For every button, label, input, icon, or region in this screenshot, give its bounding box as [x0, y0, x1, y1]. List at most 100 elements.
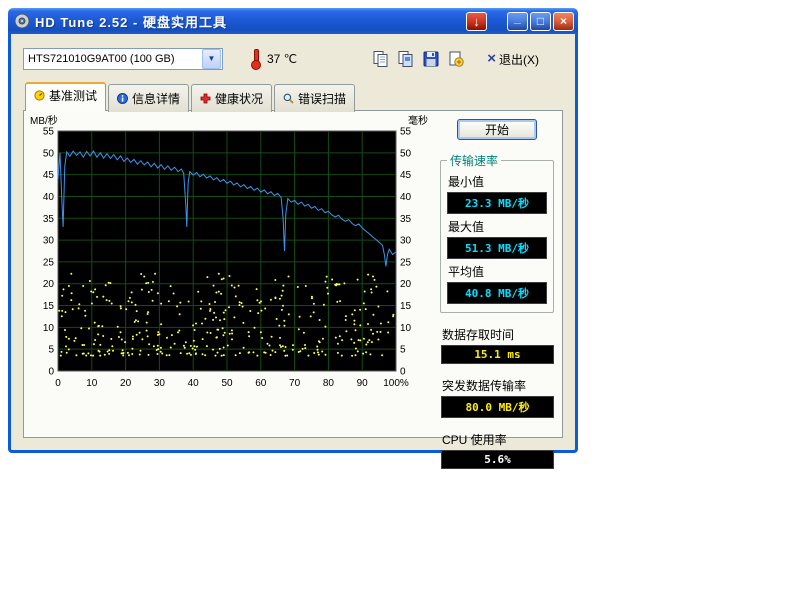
export-button[interactable] [445, 48, 467, 70]
transfer-rate-group: 传输速率 最小值 23.3 MB/秒 最大值 51.3 MB/秒 平均值 40.… [440, 152, 554, 313]
svg-text:60: 60 [255, 378, 267, 389]
svg-text:40: 40 [400, 192, 412, 203]
svg-text:55: 55 [43, 127, 55, 138]
minimize-button[interactable]: _ [507, 12, 528, 31]
min-row: 最小值 23.3 MB/秒 [447, 173, 547, 214]
burst-rate-label: 突发数据传输率 [442, 377, 554, 394]
tab-label: 基准测试 [49, 87, 97, 104]
svg-text:55: 55 [400, 127, 412, 138]
tab-health[interactable]: 健康状况 [191, 84, 272, 112]
tab-error-scan[interactable]: 错误扫描 [274, 84, 355, 112]
info-icon [117, 93, 128, 104]
copy-screenshot-button[interactable] [395, 48, 417, 70]
download-button[interactable]: ↓ [466, 12, 487, 31]
tab-label: 信息详情 [132, 90, 180, 107]
burst-rate-value: 80.0 MB/秒 [441, 396, 554, 418]
svg-text:70: 70 [289, 378, 301, 389]
titlebar[interactable]: HD Tune 2.52 - 硬盘实用工具 ↓ _ □ × [8, 8, 578, 34]
svg-text:15: 15 [400, 301, 412, 312]
svg-text:毫秒: 毫秒 [408, 114, 428, 127]
svg-text:50: 50 [43, 148, 55, 159]
toolbar: HTS721010G9AT00 (100 GB) ▼ 37 ℃ [23, 44, 563, 74]
svg-text:30: 30 [154, 378, 166, 389]
svg-text:30: 30 [43, 236, 55, 247]
svg-text:40: 40 [188, 378, 200, 389]
svg-text:45: 45 [43, 170, 55, 181]
chevron-down-icon[interactable]: ▼ [202, 49, 221, 69]
results-panel: 开始 传输速率 最小值 23.3 MB/秒 最大值 51.3 MB/秒 平均值 … [438, 111, 562, 437]
max-row: 最大值 51.3 MB/秒 [447, 218, 547, 259]
hdtune-window: HD Tune 2.52 - 硬盘实用工具 ↓ _ □ × HTS721010G… [8, 8, 578, 453]
exit-button[interactable]: × 退出(X) [481, 50, 545, 69]
svg-text:50: 50 [221, 378, 233, 389]
svg-text:50: 50 [400, 148, 412, 159]
svg-text:0: 0 [400, 367, 406, 378]
maximize-button[interactable]: □ [530, 12, 551, 31]
svg-text:35: 35 [43, 214, 55, 225]
tab-label: 健康状况 [215, 90, 263, 107]
start-button[interactable]: 开始 [457, 119, 537, 140]
svg-text:80: 80 [323, 378, 335, 389]
svg-text:25: 25 [43, 257, 55, 268]
exit-x-icon: × [487, 53, 496, 65]
svg-text:100%: 100% [383, 378, 409, 389]
client-area: HTS721010G9AT00 (100 GB) ▼ 37 ℃ [11, 34, 575, 450]
burst-rate-row: 突发数据传输率 80.0 MB/秒 [441, 375, 554, 418]
copy-icon [372, 50, 390, 68]
svg-text:90: 90 [357, 378, 369, 389]
window-title: HD Tune 2.52 - 硬盘实用工具 [35, 12, 227, 31]
max-label: 最大值 [448, 218, 547, 235]
svg-text:5: 5 [400, 345, 406, 356]
svg-text:35: 35 [400, 214, 412, 225]
tab-strip: 基准测试 信息详情 健康状况 [23, 82, 563, 110]
svg-text:10: 10 [43, 323, 55, 334]
export-icon [447, 50, 465, 68]
save-button[interactable] [420, 48, 442, 70]
benchmark-icon [34, 90, 45, 101]
tab-benchmark[interactable]: 基准测试 [25, 82, 106, 111]
svg-text:20: 20 [120, 378, 132, 389]
close-button[interactable]: × [553, 12, 574, 31]
drive-select-value: HTS721010G9AT00 (100 GB) [24, 53, 201, 65]
max-value: 51.3 MB/秒 [447, 237, 547, 259]
svg-text:25: 25 [400, 257, 412, 268]
cpu-usage-row: CPU 使用率 5.6% [441, 429, 554, 469]
drive-select[interactable]: HTS721010G9AT00 (100 GB) ▼ [23, 48, 223, 70]
svg-text:0: 0 [48, 367, 54, 378]
access-time-value: 15.1 ms [441, 345, 554, 364]
tab-info[interactable]: 信息详情 [108, 84, 189, 112]
benchmark-chart: 0055101015152020252530303535404045455050… [28, 113, 430, 405]
thermometer-icon [251, 49, 261, 70]
scan-icon [283, 93, 294, 104]
svg-text:5: 5 [48, 345, 54, 356]
save-icon [422, 50, 440, 68]
svg-text:10: 10 [400, 323, 412, 334]
min-value: 23.3 MB/秒 [447, 192, 547, 214]
minimize-icon: _ [514, 11, 521, 26]
tab-label: 错误扫描 [298, 90, 346, 107]
avg-label: 平均值 [448, 263, 547, 280]
access-time-label: 数据存取时间 [442, 326, 554, 343]
temperature-value: 37 ℃ [267, 52, 297, 66]
transfer-rate-title: 传输速率 [447, 152, 501, 169]
access-time-row: 数据存取时间 15.1 ms [441, 324, 554, 364]
svg-text:0: 0 [55, 378, 61, 389]
svg-text:20: 20 [400, 279, 412, 290]
svg-text:45: 45 [400, 170, 412, 181]
avg-row: 平均值 40.8 MB/秒 [447, 263, 547, 304]
svg-text:40: 40 [43, 192, 55, 203]
copy-screenshot-icon [397, 50, 415, 68]
svg-text:10: 10 [86, 378, 98, 389]
svg-text:MB/秒: MB/秒 [30, 114, 58, 127]
app-icon [14, 13, 30, 29]
min-label: 最小值 [448, 173, 547, 190]
exit-label: 退出(X) [499, 51, 539, 68]
svg-text:15: 15 [43, 301, 55, 312]
svg-text:20: 20 [43, 279, 55, 290]
copy-button[interactable] [370, 48, 392, 70]
cpu-usage-label: CPU 使用率 [442, 431, 554, 448]
svg-text:30: 30 [400, 236, 412, 247]
avg-value: 40.8 MB/秒 [447, 282, 547, 304]
chart-area: 0055101015152020252530303535404045455050… [24, 111, 438, 437]
cpu-usage-value: 5.6% [441, 450, 554, 469]
